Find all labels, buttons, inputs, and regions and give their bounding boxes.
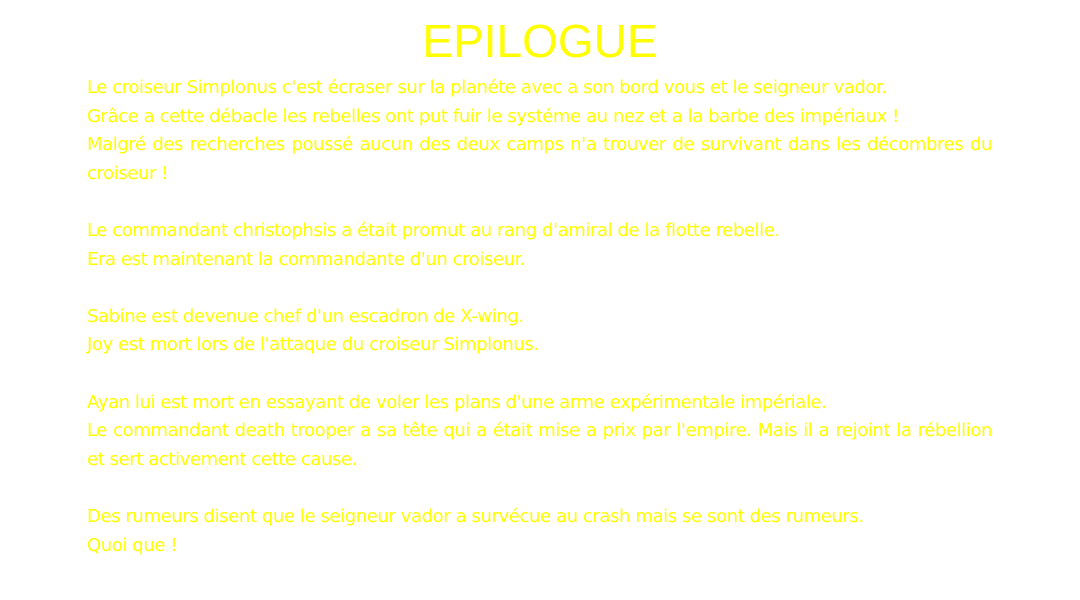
text-line: Le croiseur Simplonus c'est écraser sur … <box>87 77 887 98</box>
paragraph-rumors: Des rumeurs disent que le seigneur vador… <box>87 503 992 560</box>
paragraph-fates: Ayan lui est mort en essayant de voler l… <box>87 389 992 475</box>
paragraph-squadron: Sabine est devenue chef d'un escadron de… <box>87 303 992 360</box>
text-line: Ayan lui est mort en essayant de voler l… <box>87 391 827 413</box>
text-line: Malgré des recherches poussé aucun des d… <box>87 134 992 184</box>
text-line: Sabine est devenue chef d'un escadron de… <box>87 305 524 327</box>
page-title: EPILOGUE <box>422 15 658 67</box>
text-line: Era est maintenant la commandante d'un c… <box>87 248 526 270</box>
text-line: Le commandant death trooper a sa tête qu… <box>87 420 992 470</box>
text-line: Des rumeurs disent que le seigneur vador… <box>87 505 864 527</box>
epilogue-text: Le croiseur Simplonus c'est écraser sur … <box>87 74 992 589</box>
paragraph-promotions: Le commandant christophsis a était promu… <box>87 217 992 274</box>
paragraph-crash: Le croiseur Simplonus c'est écraser sur … <box>87 74 992 188</box>
text-line: Joy est mort lors de l'attaque du croise… <box>87 334 539 356</box>
text-line: Quoi que ! <box>87 534 178 556</box>
text-line: Grâce a cette débacle les rebelles ont p… <box>87 105 899 127</box>
text-line: Le commandant christophsis a était promu… <box>87 219 780 241</box>
